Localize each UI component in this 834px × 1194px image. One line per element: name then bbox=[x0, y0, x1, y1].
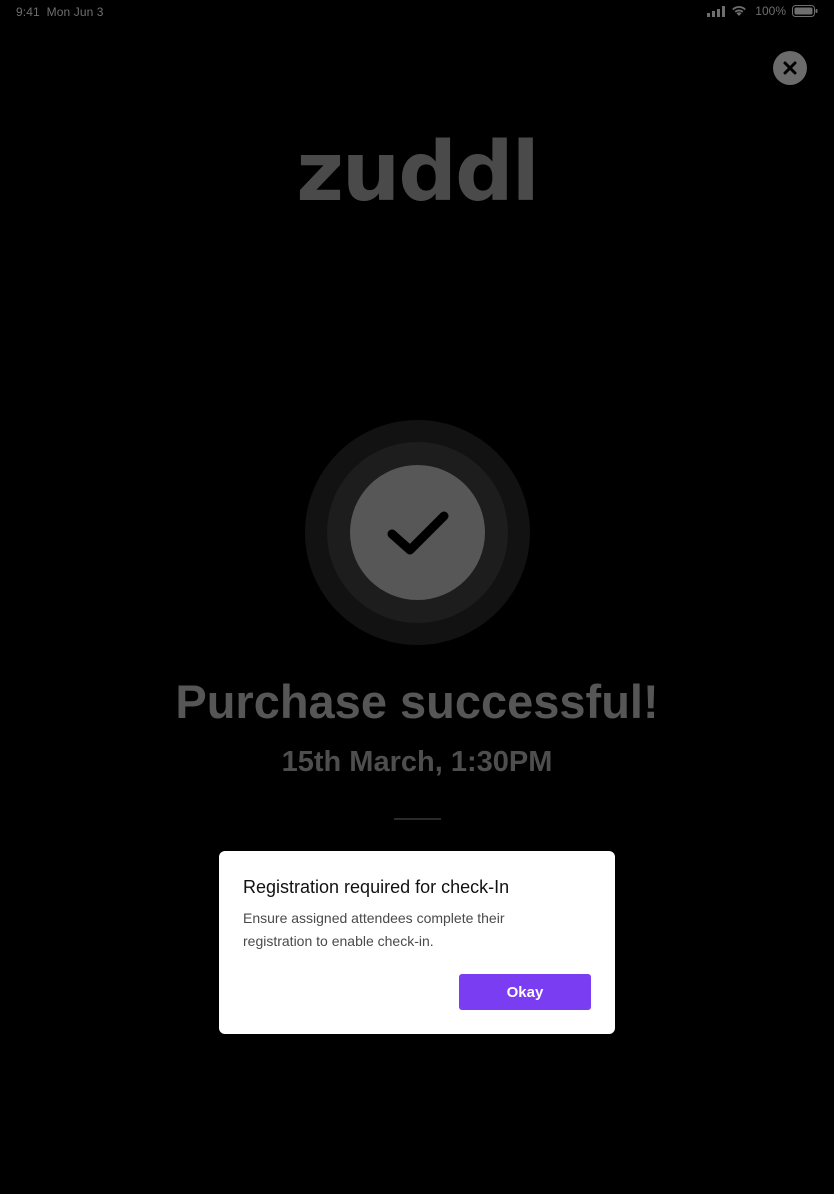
success-badge bbox=[350, 465, 485, 600]
purchase-success-screen: 9:41 Mon Jun 3 100% zuddl Purchase succe… bbox=[0, 0, 834, 1194]
wifi-icon bbox=[732, 6, 747, 16]
status-clock: 9:41 bbox=[16, 5, 40, 19]
dialog-title: Registration required for check-In bbox=[243, 877, 510, 897]
battery-percentage: 100% bbox=[755, 4, 786, 18]
divider bbox=[394, 818, 441, 820]
okay-button[interactable]: Okay bbox=[459, 974, 591, 1010]
dialog-message: Ensure assigned attendees complete their… bbox=[243, 910, 505, 949]
event-date-time: 15th March, 1:30PM bbox=[281, 746, 553, 778]
status-bar: 9:41 Mon Jun 3 100% bbox=[0, 0, 834, 24]
signal-icon bbox=[707, 5, 726, 17]
purchase-success-title: Purchase successful! bbox=[175, 675, 659, 728]
close-button[interactable] bbox=[773, 51, 807, 85]
status-time: 9:41 Mon Jun 3 bbox=[16, 5, 104, 19]
close-icon bbox=[783, 61, 797, 75]
status-date: Mon Jun 3 bbox=[46, 5, 104, 19]
battery-icon bbox=[792, 5, 818, 17]
checkmark-icon bbox=[387, 511, 448, 554]
registration-required-dialog: Registration required for check-In Ensur… bbox=[219, 851, 615, 1034]
status-indicators: 100% bbox=[707, 4, 818, 18]
zuddl-logo: zuddl bbox=[296, 125, 540, 220]
